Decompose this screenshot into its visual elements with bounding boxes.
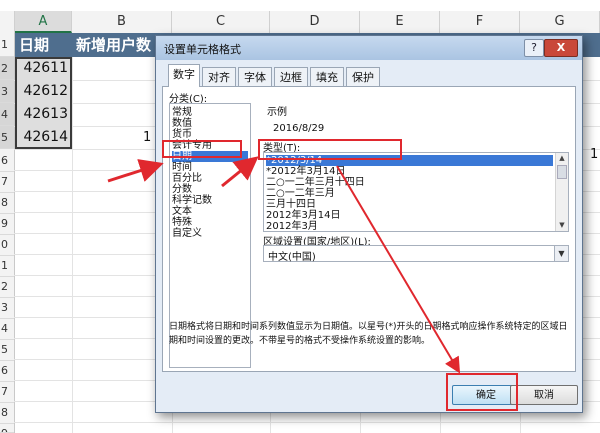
arrow-to-category	[107, 159, 164, 183]
annotation-arrows	[107, 156, 461, 374]
arrow-to-type	[221, 156, 259, 188]
tab-number[interactable]: 数字	[168, 64, 200, 87]
arrow-to-ok	[336, 165, 461, 374]
